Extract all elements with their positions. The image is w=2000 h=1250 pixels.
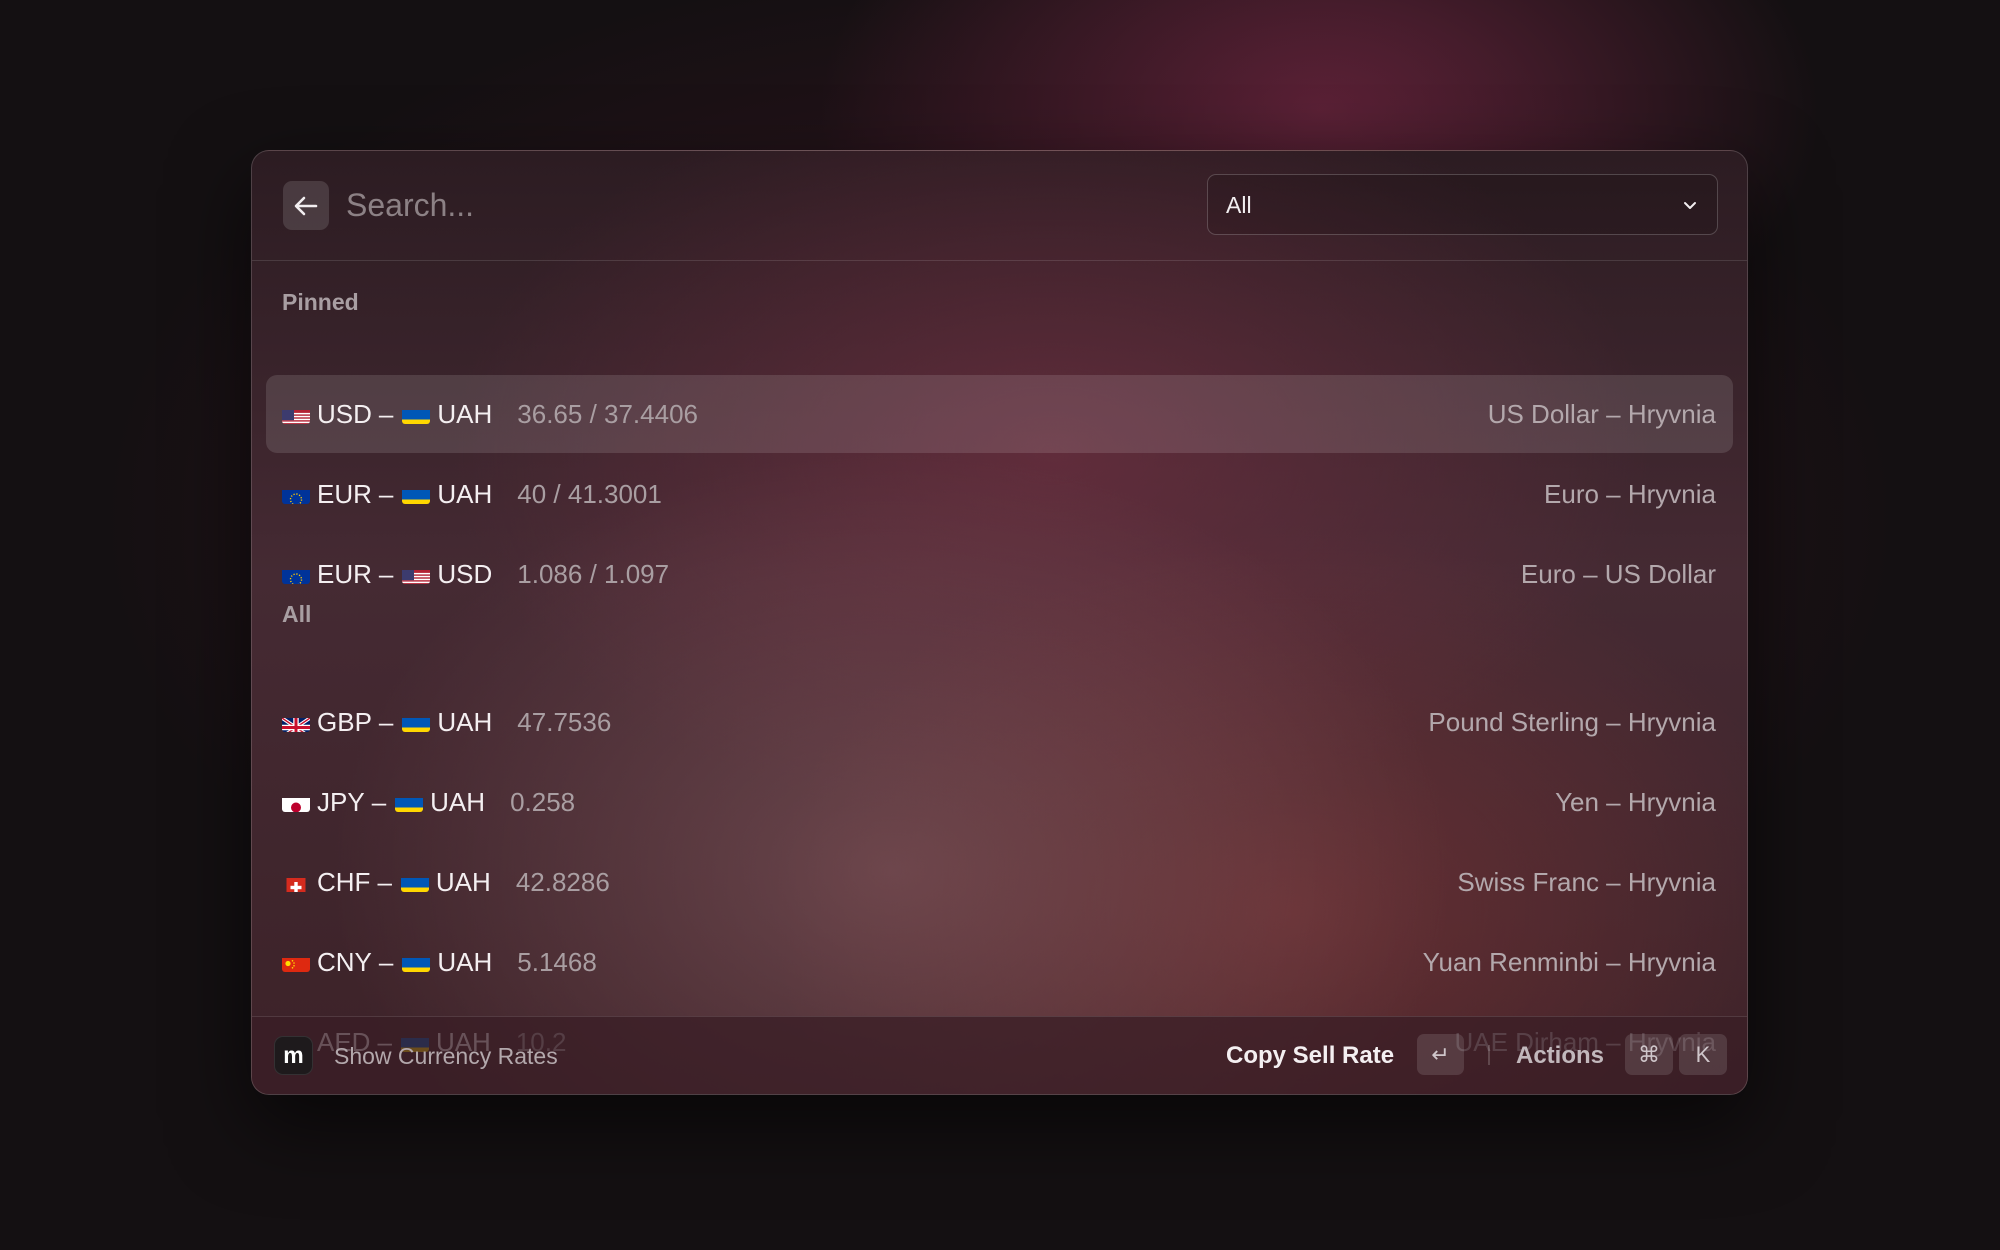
pair-info: CNY – UAH 5.1468 [282,923,597,1001]
ua-flag-icon [402,405,431,424]
from-currency-code: USD [317,398,372,429]
pair-separator: – [378,558,394,589]
jp-flag-icon [282,793,310,812]
gb-flag-icon [282,713,310,732]
enter-key-icon: ↵ [1417,1034,1464,1075]
to-currency-code: UAH [437,478,493,509]
results-list: Pinned USD – UAH 36.65 / 37.4406 US Dollar –… [252,261,1747,1094]
to-currency-code: UAH [437,946,493,977]
pair-info: EUR – USD 1.086 / 1.097 [282,535,669,613]
us-flag-icon [402,565,431,584]
from-currency-code: EUR [317,558,372,589]
copy-sell-rate-action[interactable]: Copy Sell Rate [1226,1042,1394,1070]
pair-name: Pound Sterling – Hryvnia [1428,706,1716,737]
rate-value: 40 / 41.3001 [517,478,662,509]
eu-flag-icon [282,565,310,584]
pair-info: GBP – UAH 47.7536 [282,683,611,761]
currency-pair-row[interactable]: EUR – USD 1.086 / 1.097 Euro – US Dollar [266,535,1733,613]
pair-name: Yuan Renminbi – Hryvnia [1422,946,1716,977]
pair-info: JPY – UAH 0.258 [282,763,575,841]
arrow-left-icon [294,196,318,215]
eu-flag-icon [282,485,310,504]
divider [1488,1045,1490,1065]
currency-rates-window: All Pinned USD–UAH36.65 / 37.4406US Doll… [251,150,1748,1095]
section-title-all: All [282,601,312,627]
ua-flag-icon [395,793,424,812]
currency-pair-row[interactable]: JPY – UAH 0.258 Yen – Hryvnia [266,763,1733,841]
command-key-icon: ⌘ [1625,1034,1673,1075]
pair-info: USD – UAH 36.65 / 37.4406 [282,375,698,453]
search-bar: All [252,151,1747,261]
pair-separator: – [377,866,392,897]
rate-value: 47.7536 [517,706,612,737]
ch-flag-icon [282,873,310,892]
pair-name: US Dollar – Hryvnia [1487,398,1716,429]
pair-separator: – [378,398,394,429]
filter-dropdown[interactable]: All [1207,174,1718,235]
pair-separator: – [378,706,394,737]
rate-value: 42.8286 [515,866,610,897]
rate-value: 5.1468 [517,946,597,977]
from-currency-code: CNY [317,946,372,977]
from-currency-code: CHF [317,866,371,897]
currency-pair-row[interactable]: CHF – UAH 42.8286 Swiss Franc – Hryvnia [266,843,1733,921]
section-title-pinned: Pinned [282,289,359,315]
pair-name: Euro – Hryvnia [1544,478,1716,509]
pair-info: EUR – UAH 40 / 41.3001 [282,455,662,533]
from-currency-code: EUR [317,478,372,509]
currency-pair-row[interactable]: EUR – UAH 40 / 41.3001 Euro – Hryvnia [266,455,1733,533]
to-currency-code: UAH [437,398,493,429]
chevron-down-icon [1684,202,1696,209]
rate-value: 0.258 [510,786,576,817]
from-currency-code: JPY [317,786,365,817]
back-button[interactable] [283,181,329,230]
actions-button[interactable]: Actions [1516,1042,1604,1070]
currency-pair-row[interactable]: CNY – UAH 5.1468 Yuan Renminbi – Hryvnia [266,923,1733,1001]
currency-pair-row[interactable]: USD – UAH 36.65 / 37.4406 US Dollar – Hryvni… [266,375,1733,453]
us-flag-icon [282,405,310,424]
cn-flag-icon [282,953,310,972]
action-bar: m Show Currency Rates Copy Sell Rate ↵ A… [252,1016,1747,1094]
pair-name: Swiss Franc – Hryvnia [1457,866,1716,897]
ua-flag-icon [402,713,431,732]
filter-selected-value: All [1226,192,1252,218]
to-currency-code: UAH [437,706,493,737]
to-currency-code: UAH [430,786,486,817]
pair-info: CHF – UAH 42.8286 [282,843,610,921]
to-currency-code: UAH [435,866,491,897]
rate-value: 36.65 / 37.4406 [517,398,698,429]
currency-pair-row[interactable]: GBP – UAH 47.7536 Pound Sterling – Hryvnia [266,683,1733,761]
pair-name: Yen – Hryvnia [1555,786,1716,817]
from-currency-code: GBP [317,706,372,737]
pair-separator: – [378,478,394,509]
rate-value: 1.086 / 1.097 [517,558,670,589]
command-title: Show Currency Rates [334,1043,558,1069]
ua-flag-icon [402,953,431,972]
search-input[interactable] [346,179,1046,231]
to-currency-code: USD [437,558,493,589]
pair-name: Euro – US Dollar [1520,558,1716,589]
ua-flag-icon [400,873,429,892]
extension-icon: m [274,1036,313,1075]
pair-separator: – [378,946,394,977]
k-key-icon: K [1679,1034,1727,1075]
ua-flag-icon [402,485,431,504]
pair-separator: – [371,786,387,817]
